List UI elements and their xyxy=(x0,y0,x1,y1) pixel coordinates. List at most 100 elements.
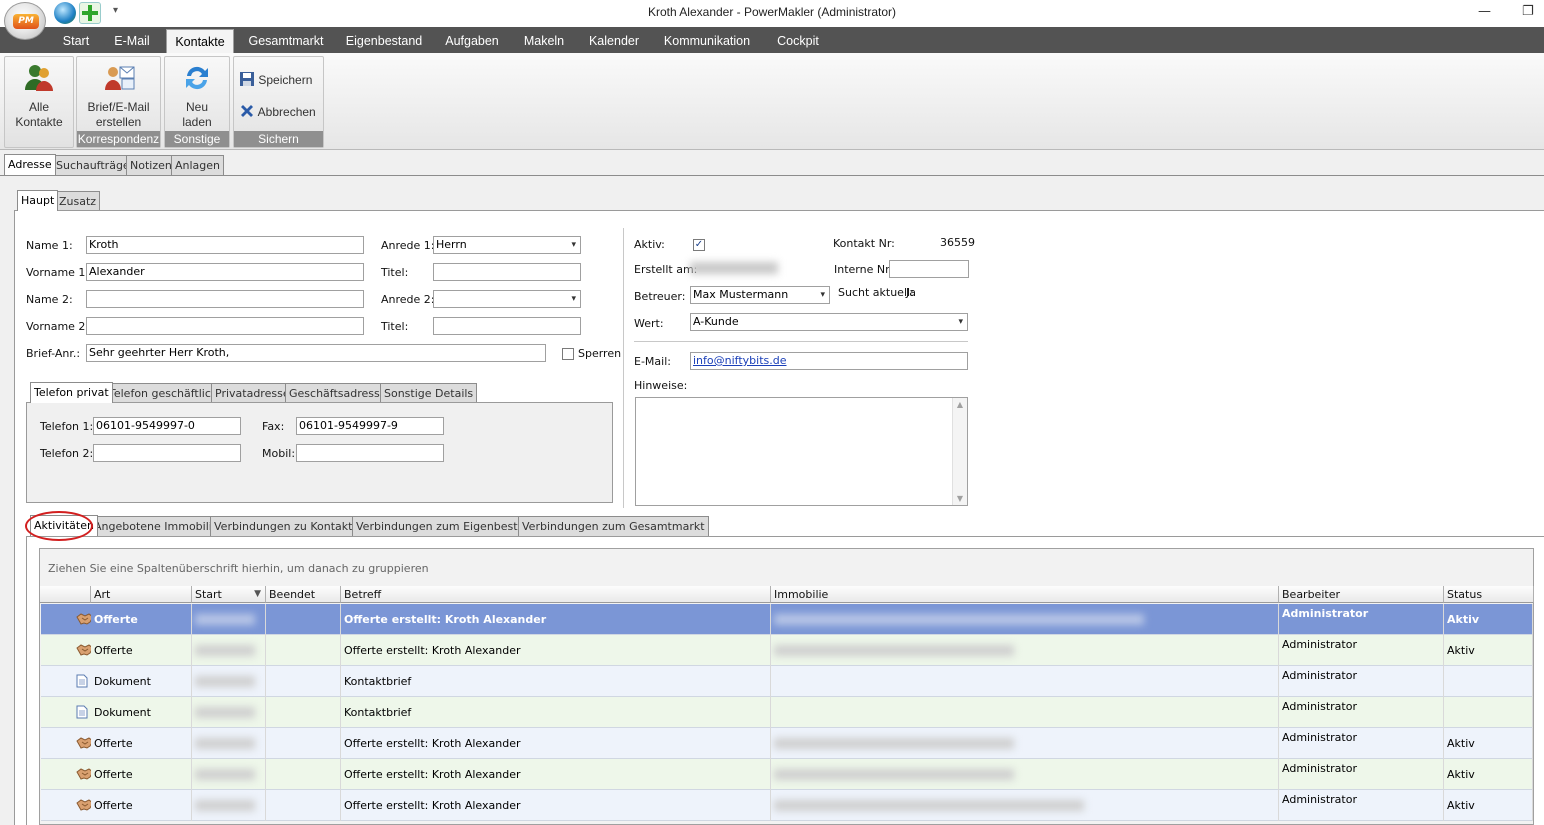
grid-header-art[interactable]: Art xyxy=(91,586,192,603)
tab-suchauftraege[interactable]: Suchaufträge xyxy=(52,155,134,176)
tab-adresse[interactable]: Adresse xyxy=(4,154,56,175)
hinweise-scrollbar[interactable]: ▲ ▼ xyxy=(952,398,967,505)
grid-cell-status: Aktiv xyxy=(1444,759,1533,790)
table-row[interactable]: Offerte Offerte erstellt: Kroth Alexander… xyxy=(41,759,1533,790)
table-row[interactable]: Offerte Offerte erstellt: Kroth Alexander… xyxy=(41,790,1533,821)
sperren-checkbox[interactable] xyxy=(562,348,574,360)
speichern-button[interactable]: Speichern xyxy=(239,71,312,87)
anrede2-select[interactable] xyxy=(433,290,581,308)
grid-cell-beendet xyxy=(266,697,341,728)
tab-geschaeftsadresse[interactable]: Geschäftsadresse xyxy=(285,383,391,404)
globe-icon[interactable] xyxy=(54,2,76,24)
aktiv-checkbox[interactable]: ✓ xyxy=(693,239,705,251)
grid-header-immobilie[interactable]: Immobilie xyxy=(771,586,1279,603)
vorname2-field[interactable] xyxy=(86,317,364,335)
fax-field[interactable]: 06101-9549997-9 xyxy=(296,417,444,435)
table-row[interactable]: Dokument Kontaktbrief Administrator xyxy=(41,697,1533,728)
menu-cockpit[interactable]: Cockpit xyxy=(770,27,826,53)
grid-header-betreff[interactable]: Betreff xyxy=(341,586,771,603)
scroll-up-icon[interactable]: ▲ xyxy=(953,400,967,409)
table-row[interactable]: Offerte Offerte erstellt: Kroth Alexander… xyxy=(41,635,1533,666)
grid-header-bearbeiter[interactable]: Bearbeiter xyxy=(1279,586,1444,603)
brief-email-button[interactable]: Brief/E-Mail erstellen xyxy=(77,57,160,130)
menu-gesamtmarkt[interactable]: Gesamtmarkt xyxy=(243,27,329,53)
mobil-label: Mobil: xyxy=(262,447,296,460)
anrede1-select[interactable]: Herrn xyxy=(433,236,581,254)
neu-laden-button[interactable]: Neu laden xyxy=(165,57,229,130)
document-icon xyxy=(51,697,91,728)
tab-angebotene-immobilien[interactable]: Angebotene Immobilien xyxy=(90,516,230,537)
menu-eigenbestand[interactable]: Eigenbestand xyxy=(342,27,426,53)
tab-haupt[interactable]: Haupt xyxy=(17,190,59,211)
start-redacted xyxy=(195,645,255,656)
add-icon[interactable] xyxy=(79,2,101,24)
grid-cell-bearbeiter: Administrator xyxy=(1279,635,1444,666)
tel2-field[interactable] xyxy=(93,444,241,462)
tab-sonstige-details[interactable]: Sonstige Details xyxy=(380,383,478,404)
grid-header-beendet[interactable]: Beendet xyxy=(266,586,341,603)
mobil-field[interactable] xyxy=(296,444,444,462)
grid-cell-immobilie xyxy=(771,604,1279,635)
table-row[interactable]: Offerte Offerte erstellt: Kroth Alexander… xyxy=(41,728,1533,759)
tab-verbindungen-eigenbestand[interactable]: Verbindungen zum Eigenbestand xyxy=(352,516,543,537)
menu-email[interactable]: E-Mail xyxy=(108,27,156,53)
grid-cell-status: Aktiv xyxy=(1444,604,1533,635)
vorname1-field[interactable]: Alexander xyxy=(86,263,364,281)
grid-header-indicator xyxy=(40,586,91,603)
tab-verbindungen-kontakten[interactable]: Verbindungen zu Kontakten xyxy=(210,516,371,537)
hinweise-textarea[interactable] xyxy=(635,397,968,506)
grid-cell-bearbeiter: Administrator xyxy=(1279,790,1444,821)
interne-nr-field[interactable] xyxy=(889,260,969,278)
table-row[interactable]: Offerte Offerte erstellt: Kroth Alexander… xyxy=(41,604,1533,635)
restore-icon[interactable]: ❐ xyxy=(1522,4,1534,19)
wert-select[interactable]: A-Kunde xyxy=(690,313,968,331)
grid-cell-betreff: Offerte erstellt: Kroth Alexander xyxy=(341,635,771,666)
grid-cell-start xyxy=(192,728,266,759)
tab-verbindungen-gesamtmarkt[interactable]: Verbindungen zum Gesamtmarkt xyxy=(518,516,709,537)
erstellt-value-redacted xyxy=(690,262,778,274)
vertical-divider xyxy=(623,228,624,508)
scroll-down-icon[interactable]: ▼ xyxy=(953,494,967,503)
tab-notizen[interactable]: Notizen xyxy=(126,155,176,176)
abbrechen-button[interactable]: Abbrechen xyxy=(239,103,316,119)
tab-zusatz[interactable]: Zusatz xyxy=(55,191,101,212)
grid-cell-betreff: Offerte erstellt: Kroth Alexander xyxy=(341,759,771,790)
tab-anlagen[interactable]: Anlagen xyxy=(171,155,225,176)
handshake-icon xyxy=(51,759,91,790)
titel1-field[interactable] xyxy=(433,263,581,281)
minimize-icon[interactable]: — xyxy=(1478,4,1491,19)
tab-telefon-geschaeftlich[interactable]: Telefon geschäftlich xyxy=(105,383,222,404)
tel1-field[interactable]: 06101-9549997-0 xyxy=(93,417,241,435)
grid-cell-betreff: Offerte erstellt: Kroth Alexander xyxy=(341,604,771,635)
name1-field[interactable]: Kroth xyxy=(86,236,364,254)
window-title: Kroth Alexander - PowerMakler (Administr… xyxy=(647,5,897,19)
menu-kontakte[interactable]: Kontakte xyxy=(166,29,234,54)
menu-start[interactable]: Start xyxy=(56,27,96,53)
sperren-label: Sperren xyxy=(578,347,622,360)
horizontal-divider xyxy=(634,341,968,342)
menu-makeln[interactable]: Makeln xyxy=(518,27,570,53)
email-field[interactable]: info@niftybits.de xyxy=(690,352,968,370)
menu-kalender[interactable]: Kalender xyxy=(584,27,644,53)
menu-kommunikation[interactable]: Kommunikation xyxy=(658,27,756,53)
name2-field[interactable] xyxy=(86,290,364,308)
tel1-label: Telefon 1: xyxy=(40,420,94,433)
tab-telefon-privat[interactable]: Telefon privat xyxy=(30,382,113,403)
alle-kontakte-button[interactable]: Alle Kontakte xyxy=(5,57,73,130)
betreuer-label: Betreuer: xyxy=(634,290,686,303)
menu-aufgaben[interactable]: Aufgaben xyxy=(440,27,504,53)
grid-header-start[interactable]: Start ▼ xyxy=(192,586,266,603)
titel2-field[interactable] xyxy=(433,317,581,335)
contacts-icon xyxy=(23,62,55,94)
quick-access-dropdown-icon[interactable]: ▾ xyxy=(113,5,118,16)
immobilie-redacted xyxy=(774,769,1014,780)
grid-cell-status: Aktiv xyxy=(1444,790,1533,821)
briefanr-field[interactable]: Sehr geehrter Herr Kroth, xyxy=(86,344,546,362)
ribbon-group-sichern: Speichern Abbrechen Sichern xyxy=(233,56,324,148)
tab-privatadresse[interactable]: Privatadresse xyxy=(211,383,294,404)
betreuer-select[interactable]: Max Mustermann xyxy=(690,286,830,304)
table-row[interactable]: Dokument Kontaktbrief Administrator xyxy=(41,666,1533,697)
abbrechen-label: Abbrechen xyxy=(257,105,316,119)
app-menu-button[interactable]: PM xyxy=(4,2,46,40)
grid-header-status[interactable]: Status xyxy=(1444,586,1534,603)
